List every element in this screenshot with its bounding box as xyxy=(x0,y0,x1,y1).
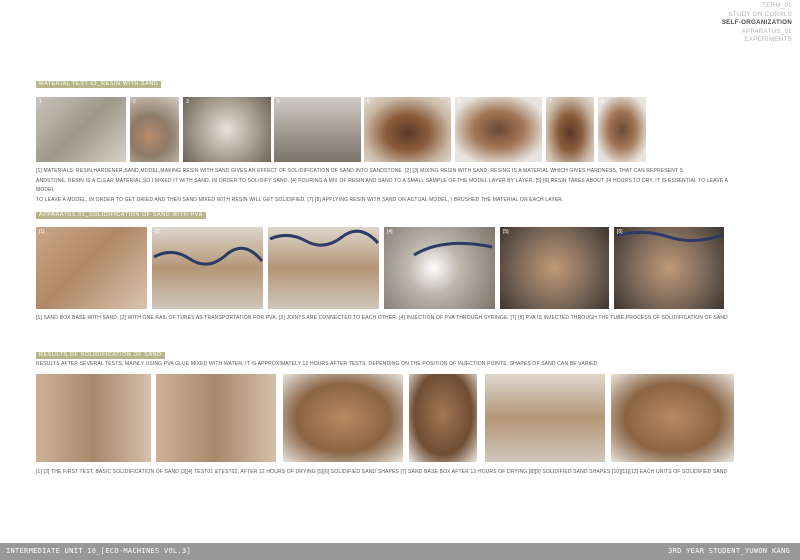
contents-nav: TERM_01 STUDY ON CORALS SELF-ORGANIZATIO… xyxy=(722,2,792,45)
section-label-results: RESULTS OF SOLIDIFICATION OF SAND xyxy=(36,352,165,359)
photo-number: 8 xyxy=(601,99,604,105)
syringe-tube-graphic xyxy=(413,241,493,257)
photo-number: 6 xyxy=(458,99,461,105)
caption-line: TO LEAVE A MODEL, IN ORDER TO GET DRIED … xyxy=(36,196,564,203)
photo-number: 7 xyxy=(549,99,552,105)
photo-joints-connected xyxy=(268,227,379,309)
photo-sand-base-box xyxy=(485,374,605,462)
photo-number: [4] xyxy=(387,229,393,235)
caption-results: [1] [2] THE FIRST TEST, BASIC SOLIDIFICA… xyxy=(36,468,756,478)
photo-sand-box-base: [1] xyxy=(36,227,147,309)
caption-material-test: [1] MATERIALS: RESIN,HARDENER,SAND,MODEL… xyxy=(36,167,736,205)
photo-number: [6] xyxy=(617,229,623,235)
photo-number: [2] xyxy=(155,229,161,235)
photo-resin-sand: 3 xyxy=(183,97,271,162)
photo-number: [5] xyxy=(503,229,509,235)
photo-mixing-resin: 2 xyxy=(130,97,179,162)
photo-coil-model: 5 xyxy=(364,97,451,162)
caption-line: [1] [2] THE FIRST TEST, BASIC SOLIDIFICA… xyxy=(36,469,728,475)
caption-line: [1] MATERIALS: RESIN,HARDENER,SAND,MODEL… xyxy=(36,168,684,174)
section-label-material-test: MATERIAL TEST 01_RESIN WITH SAND xyxy=(36,81,162,88)
photo-pouring-mix: 4 xyxy=(274,97,361,162)
photo-number: 2 xyxy=(133,99,136,105)
photo-pva-injected: [5] xyxy=(500,227,609,309)
photo-number: 1 xyxy=(39,99,42,105)
photo-number: [1] xyxy=(39,229,45,235)
toc-item-apparatus[interactable]: APPARATUS_01 xyxy=(722,28,792,37)
footer-unit-title: INTERMEDIATE UNIT 10_[ECO-MACHINES VOL.3… xyxy=(6,547,192,555)
photo-number: 5 xyxy=(367,99,370,105)
caption-line: ANDSTONE. RESIN IS A CLEAR MATERIAL,SO I… xyxy=(36,177,728,194)
tube-network-graphic xyxy=(617,230,723,242)
toc-item-self-organization[interactable]: SELF-ORGANIZATION xyxy=(722,19,792,28)
photo-solidified-shapes-b xyxy=(409,374,477,462)
toc-item-corals[interactable]: STUDY ON CORALS xyxy=(722,11,792,20)
footer-student: 3RD YEAR STUDENT_YUWON KANG xyxy=(668,547,790,555)
results-intro: RESULTS AFTER SEVERAL TESTS, MAINLY USIN… xyxy=(36,361,599,367)
section-label-apparatus: APPARATUS 01_SOLIDIFICATION OF SAND WITH… xyxy=(36,212,206,219)
caption-apparatus: [1] SAND BOX BASE WITH SAND. [2] WITH ON… xyxy=(36,314,756,324)
photo-test01-test02 xyxy=(156,374,276,462)
photo-materials: 1 xyxy=(36,97,126,162)
photo-first-test xyxy=(36,374,151,462)
toc-item-term[interactable]: TERM_01 xyxy=(722,2,792,11)
footer-bar: INTERMEDIATE UNIT 10_[ECO-MACHINES VOL.3… xyxy=(0,543,800,560)
caption-line: [1] SAND BOX BASE WITH SAND. [2] WITH ON… xyxy=(36,315,728,321)
photo-number: 4 xyxy=(277,99,280,105)
toc-item-experiments[interactable]: EXPERIMENTS xyxy=(722,36,792,45)
photo-solidified-shapes-a xyxy=(283,374,403,462)
tube-joints-graphic xyxy=(269,229,379,247)
tube-rail-graphic xyxy=(153,246,263,266)
photo-solidification-process: [6] xyxy=(614,227,724,309)
photo-solidified-units xyxy=(611,374,734,462)
photo-drying-model: 6 xyxy=(455,97,542,162)
photo-number: 3 xyxy=(186,99,189,105)
photo-tube-rail: [2] xyxy=(152,227,263,309)
photo-pva-syringe: [4] xyxy=(384,227,495,309)
photo-brushed-model: 7 xyxy=(546,97,594,162)
photo-final-model: 8 xyxy=(598,97,646,162)
